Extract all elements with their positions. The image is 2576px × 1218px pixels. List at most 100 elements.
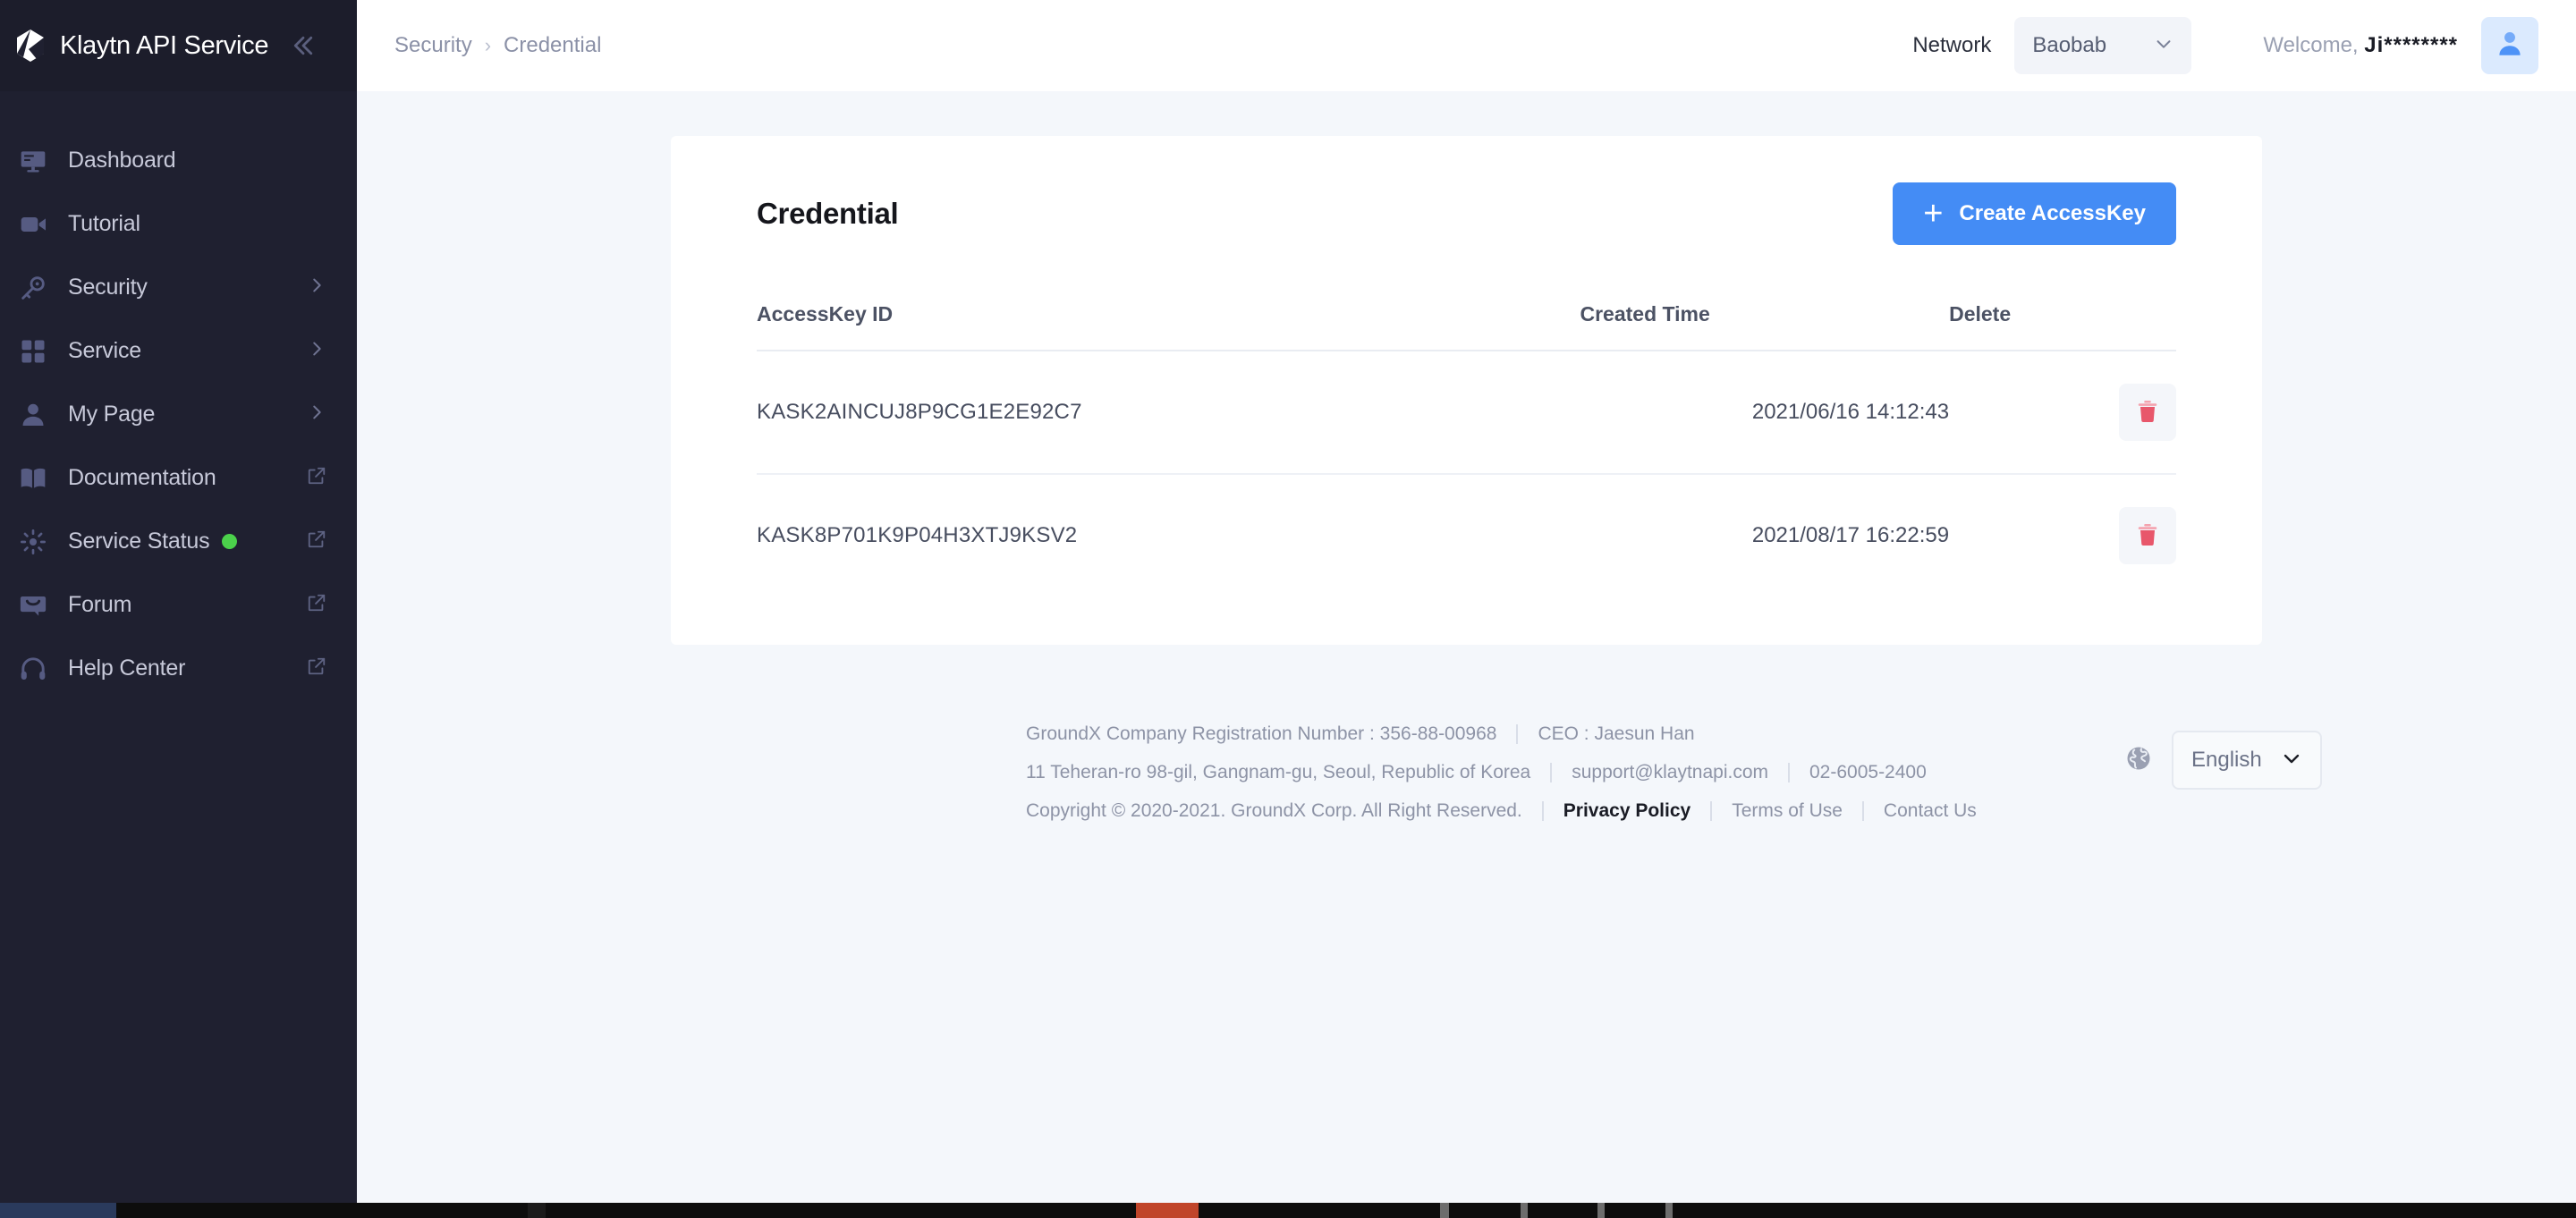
sidebar-item-dashboard[interactable]: Dashboard	[0, 129, 357, 192]
divider	[1710, 801, 1713, 821]
page-title: Credential	[757, 197, 899, 230]
company-phone: 02-6005-2400	[1809, 762, 1927, 782]
taskbar-segment	[116, 1203, 528, 1218]
sidebar-item-service-status[interactable]: Service Status	[0, 510, 357, 573]
taskbar-segment	[1521, 1203, 1528, 1218]
divider	[1788, 763, 1790, 782]
taskbar-segment	[1528, 1203, 1597, 1218]
os-taskbar	[0, 1203, 2576, 1218]
divider	[1861, 801, 1864, 821]
topbar: Security › Credential Network Baobab Wel…	[357, 0, 2576, 91]
status-badge-online	[222, 534, 238, 549]
network-label: Network	[1912, 33, 1992, 57]
delete-accesskey-button[interactable]	[2119, 507, 2176, 564]
company-ceo: CEO : Jaesun Han	[1538, 723, 1695, 744]
sidebar-item-label: Forum	[68, 592, 132, 617]
create-accesskey-button[interactable]: + Create AccessKey	[1893, 182, 2176, 245]
plus-icon: +	[1923, 195, 1944, 233]
privacy-policy-link[interactable]: Privacy Policy	[1563, 800, 1690, 822]
sidebar-item-trailing	[307, 275, 326, 300]
cell-created-time: 2021/08/17 16:22:59	[1751, 523, 1950, 547]
credential-table: AccessKey ID Created Time Delete KASK2AI…	[757, 302, 2176, 596]
company-address: 11 Teheran-ro 98-gil, Gangnam-gu, Seoul,…	[1026, 762, 1531, 782]
external-link-icon[interactable]	[307, 656, 326, 681]
cell-accesskey-id: KASK2AINCUJ8P9CG1E2E92C7	[757, 351, 1580, 475]
chevron-down-icon	[2154, 34, 2174, 58]
card-header: Credential + Create AccessKey	[757, 182, 2176, 245]
sidebar-item-forum[interactable]: Forum	[0, 573, 357, 637]
contact-us-link[interactable]: Contact Us	[1884, 800, 1977, 822]
main-area: Security › Credential Network Baobab Wel…	[357, 0, 2576, 1203]
sidebar-item-documentation[interactable]: Documentation	[0, 446, 357, 510]
create-accesskey-label: Create AccessKey	[1959, 201, 2146, 225]
company-email[interactable]: support@klaytnapi.com	[1572, 762, 1768, 783]
external-link-icon[interactable]	[307, 593, 326, 617]
sun-icon	[13, 521, 54, 562]
sidebar-item-trailing	[307, 402, 326, 427]
taskbar-segment	[1449, 1203, 1521, 1218]
chevron-right-icon[interactable]	[307, 339, 326, 363]
sidebar-item-help-center[interactable]: Help Center	[0, 637, 357, 700]
user-avatar-icon	[2495, 29, 2525, 63]
breadcrumb-item-security[interactable]: Security	[394, 33, 472, 58]
chevron-right-icon[interactable]	[307, 275, 326, 300]
content-area: Credential + Create AccessKey AccessKey …	[357, 91, 2576, 1203]
video-camera-icon	[13, 204, 54, 245]
klaytn-logo-icon	[13, 28, 48, 63]
welcome-username: Ji********	[2364, 33, 2458, 57]
taskbar-segment	[1673, 1203, 2576, 1218]
cell-accesskey-id: KASK8P701K9P04H3XTJ9KSV2	[757, 523, 1078, 547]
brand-title: Klaytn API Service	[60, 30, 269, 60]
sidebar-item-service[interactable]: Service	[0, 319, 357, 383]
chevron-right-icon[interactable]	[307, 402, 326, 427]
welcome-prefix: Welcome,	[2263, 33, 2365, 57]
delete-accesskey-button[interactable]	[2119, 384, 2176, 441]
avatar[interactable]	[2481, 17, 2538, 74]
sidebar-item-trailing	[307, 656, 326, 681]
chevron-right-icon: ›	[484, 34, 492, 56]
taskbar-segment	[528, 1203, 546, 1218]
breadcrumb-item-credential[interactable]: Credential	[504, 33, 601, 58]
sidebar-item-tutorial[interactable]: Tutorial	[0, 192, 357, 256]
breadcrumb: Security › Credential	[394, 33, 601, 58]
taskbar-segment	[546, 1203, 1136, 1218]
language-select[interactable]: English	[2172, 731, 2322, 790]
language-selected-value: English	[2191, 748, 2262, 772]
network-select[interactable]: Baobab	[2014, 17, 2192, 74]
footer-line-legal: Copyright © 2020-2021. GroundX Corp. All…	[1026, 800, 1977, 822]
footer-text-block: GroundX Company Registration Number : 35…	[1026, 723, 1977, 839]
cell-delete	[1949, 351, 2176, 475]
column-header-created-time: Created Time	[1580, 302, 1950, 351]
sidebar-item-label: Documentation	[68, 465, 216, 490]
footer-line-company: GroundX Company Registration Number : 35…	[1026, 723, 1977, 745]
taskbar-segment	[1440, 1203, 1449, 1218]
topbar-right: Network Baobab Welcome, Ji********	[1912, 17, 2538, 74]
double-chevron-left-icon[interactable]	[288, 30, 318, 61]
taskbar-segment	[1136, 1203, 1199, 1218]
taskbar-segment	[1597, 1203, 1605, 1218]
external-link-icon[interactable]	[307, 529, 326, 554]
globe-icon	[2125, 745, 2152, 776]
network-selected-value: Baobab	[2032, 33, 2107, 57]
sidebar-item-security[interactable]: Security	[0, 256, 357, 319]
sidebar-item-trailing	[307, 466, 326, 490]
sidebar-item-trailing	[307, 529, 326, 554]
brand-header: Klaytn API Service	[0, 0, 357, 91]
sidebar-item-trailing	[307, 339, 326, 363]
key-icon	[13, 267, 54, 309]
chevron-down-icon	[2281, 748, 2302, 774]
terms-of-use-link[interactable]: Terms of Use	[1732, 800, 1843, 822]
sidebar-item-trailing	[307, 593, 326, 617]
column-header-accesskey-id: AccessKey ID	[757, 302, 1580, 351]
sidebar-nav: Dashboard Tutorial Security Service My P…	[0, 91, 357, 700]
external-link-icon[interactable]	[307, 466, 326, 490]
copyright-text: Copyright © 2020-2021. GroundX Corp. All…	[1026, 800, 1522, 821]
sidebar: Klaytn API Service Dashboard Tutorial Se…	[0, 0, 357, 1203]
taskbar-segment	[1605, 1203, 1665, 1218]
sidebar-item-my-page[interactable]: My Page	[0, 383, 357, 446]
taskbar-segment	[1199, 1203, 1440, 1218]
table-header-row: AccessKey ID Created Time Delete	[757, 302, 2176, 351]
book-icon	[13, 458, 54, 499]
footer: GroundX Company Registration Number : 35…	[357, 691, 2576, 839]
grid-icon	[13, 331, 54, 372]
